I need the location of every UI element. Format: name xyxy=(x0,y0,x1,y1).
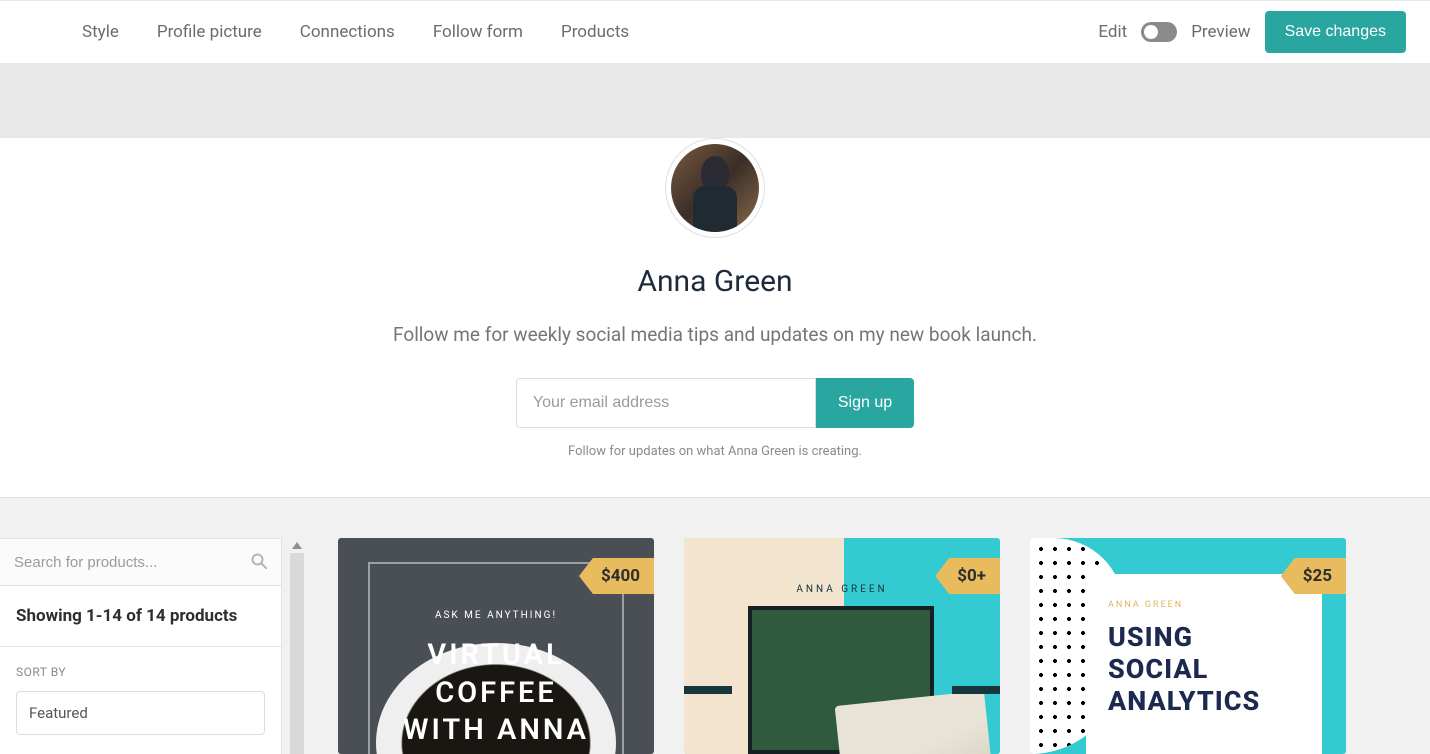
preview-label: Preview xyxy=(1191,22,1250,42)
profile-tagline: Follow me for weekly social media tips a… xyxy=(0,323,1430,346)
title-line: WITH ANNA xyxy=(338,712,654,750)
card-text: ASK ME ANYTHING! VIRTUAL COFFEE WITH ANN… xyxy=(338,610,654,750)
card-title: VIRTUAL COFFEE WITH ANNA xyxy=(338,637,654,750)
follow-note: Follow for updates on what Anna Green is… xyxy=(0,444,1430,459)
card-author: ANNA GREEN xyxy=(1108,600,1300,610)
edit-preview-toggle[interactable] xyxy=(1141,22,1177,42)
topbar-right: Edit Preview Save changes xyxy=(1098,11,1406,53)
email-input[interactable] xyxy=(516,378,816,428)
product-card[interactable]: ANNA GREEN USING SOCIAL ANALYTICS $25 xyxy=(1030,538,1346,754)
search-icon xyxy=(251,553,267,573)
save-changes-button[interactable]: Save changes xyxy=(1265,11,1406,53)
edit-label: Edit xyxy=(1098,22,1127,42)
decorative-stripe xyxy=(952,686,1000,694)
sort-select[interactable]: Featured xyxy=(16,691,265,735)
title-line: ANALYTICS xyxy=(1108,686,1300,718)
writing-hand-graphic xyxy=(835,690,996,754)
nav-profile-picture[interactable]: Profile picture xyxy=(157,22,262,42)
products-area: Showing 1-14 of 14 products SORT BY Feat… xyxy=(0,498,1430,754)
card-panel: ANNA GREEN USING SOCIAL ANALYTICS xyxy=(1086,574,1322,754)
product-search-input[interactable] xyxy=(0,539,281,585)
products-sidebar: Showing 1-14 of 14 products SORT BY Feat… xyxy=(0,538,282,754)
product-card[interactable]: ASK ME ANYTHING! VIRTUAL COFFEE WITH ANN… xyxy=(338,538,654,754)
nav-products[interactable]: Products xyxy=(561,22,629,42)
avatar-image xyxy=(671,144,759,232)
topbar-nav: Style Profile picture Connections Follow… xyxy=(82,22,1098,42)
products-grid: ASK ME ANYTHING! VIRTUAL COFFEE WITH ANN… xyxy=(312,538,1430,754)
scroll-gutter xyxy=(282,538,312,754)
nav-style[interactable]: Style xyxy=(82,22,119,42)
title-line: VIRTUAL xyxy=(338,637,654,675)
sort-label: SORT BY xyxy=(16,665,265,679)
sort-section: SORT BY Featured xyxy=(0,647,281,735)
product-search-wrap xyxy=(0,539,281,586)
signup-button[interactable]: Sign up xyxy=(816,378,914,428)
card-subhead: ASK ME ANYTHING! xyxy=(338,610,654,621)
nav-follow-form[interactable]: Follow form xyxy=(433,22,523,42)
profile-name: Anna Green xyxy=(0,264,1430,299)
toggle-knob xyxy=(1144,25,1158,39)
decorative-stripe xyxy=(684,686,732,694)
title-line: SOCIAL xyxy=(1108,654,1300,686)
card-photo xyxy=(748,606,934,754)
scroll-track[interactable] xyxy=(290,553,304,754)
product-card[interactable]: ANNA GREEN $0+ xyxy=(684,538,1000,754)
nav-connections[interactable]: Connections xyxy=(300,22,395,42)
price-tag: $400 xyxy=(579,558,654,594)
card-title: USING SOCIAL ANALYTICS xyxy=(1108,622,1300,718)
follow-form: Sign up xyxy=(0,378,1430,428)
sort-value: Featured xyxy=(29,704,88,722)
editor-topbar: Style Profile picture Connections Follow… xyxy=(0,0,1430,64)
profile-section: Anna Green Follow me for weekly social m… xyxy=(0,138,1430,498)
title-line: COFFEE xyxy=(338,675,654,713)
title-line: USING xyxy=(1108,622,1300,654)
avatar-container[interactable] xyxy=(665,138,765,238)
product-count: Showing 1-14 of 14 products xyxy=(0,586,281,647)
scroll-up-icon[interactable] xyxy=(292,542,302,549)
